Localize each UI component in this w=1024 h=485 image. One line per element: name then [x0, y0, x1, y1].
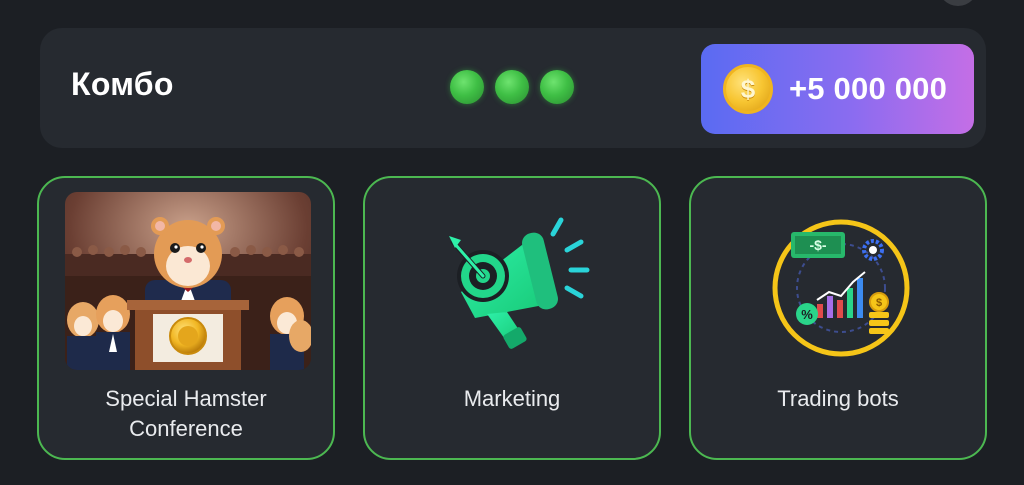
combo-found-dot-2 — [495, 70, 529, 104]
combo-found-dot-3 — [540, 70, 574, 104]
svg-text:%: % — [801, 307, 813, 322]
combo-found-dot-1 — [450, 70, 484, 104]
combo-card-special-hamster-conference[interactable]: Special Hamster Conference — [37, 176, 335, 460]
card-label: Special Hamster Conference — [105, 386, 267, 441]
trading-bots-icon: -$- % $ — [761, 214, 921, 364]
combo-card-trading-bots[interactable]: -$- % $ Trading bots — [689, 176, 987, 460]
combo-reward-button[interactable]: $ +5 000 000 — [701, 44, 974, 134]
combo-title: Комбо — [71, 66, 174, 102]
combo-reward-amount: +5 000 000 — [789, 71, 948, 106]
dollar-coin-icon: $ — [723, 64, 773, 114]
card-label: Marketing — [463, 386, 561, 411]
combo-card-marketing[interactable]: Marketing — [363, 176, 661, 460]
svg-text:$: $ — [876, 297, 882, 309]
hamster-conference-image — [65, 192, 311, 370]
megaphone-target-icon — [435, 214, 595, 364]
daily-combo-page: Комбо $ +5 000 000 Special Hamster Confe… — [0, 0, 1024, 485]
card-label: Trading bots — [777, 386, 899, 411]
avatar[interactable] — [938, 0, 978, 6]
combo-bar: Комбо $ +5 000 000 — [40, 28, 986, 148]
combo-progress-dots — [450, 70, 574, 104]
svg-text:-$-: -$- — [809, 237, 826, 253]
